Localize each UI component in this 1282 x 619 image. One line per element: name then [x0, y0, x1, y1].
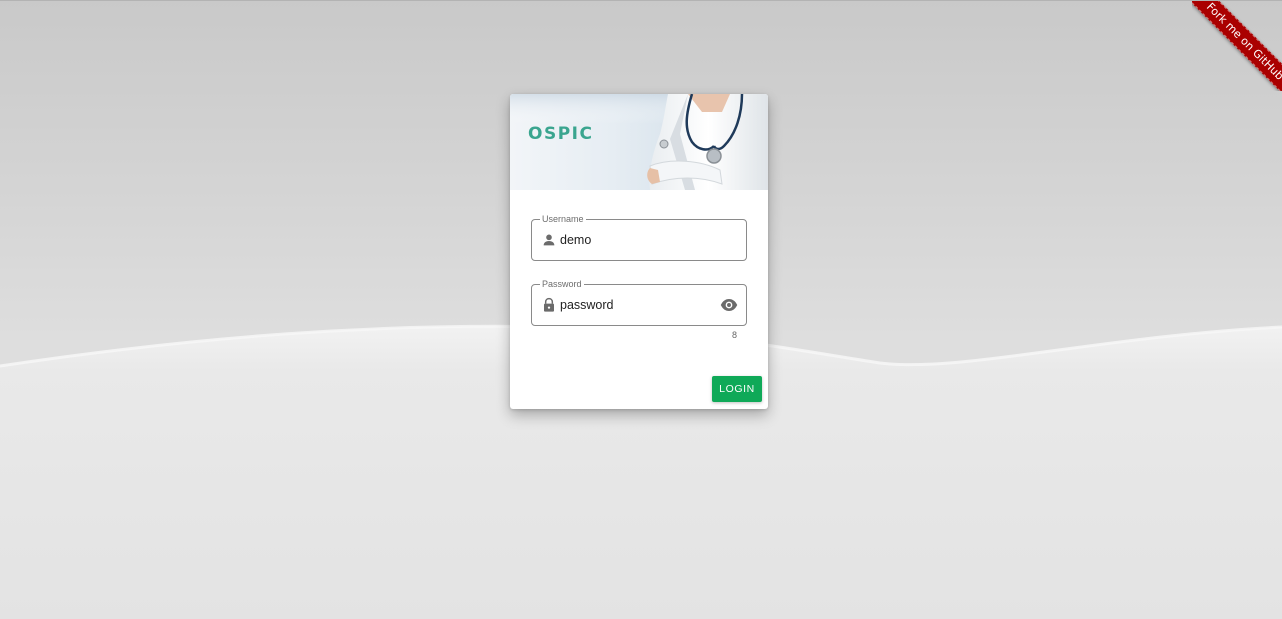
login-card: OSPIC Username demo Password password 8 …: [510, 94, 768, 409]
github-ribbon-container: Fork me on GitHub: [1192, 1, 1282, 91]
hero-banner: OSPIC: [510, 94, 768, 190]
password-char-counter: 8: [732, 330, 738, 340]
eye-icon[interactable]: [720, 297, 738, 313]
lock-icon: [544, 297, 554, 312]
password-field[interactable]: Password password: [531, 278, 747, 326]
ospic-logo: OSPIC: [528, 124, 594, 144]
password-label: Password: [540, 278, 584, 290]
username-label: Username: [540, 213, 586, 225]
password-input[interactable]: password: [560, 297, 614, 313]
login-button[interactable]: LOGIN: [712, 376, 762, 402]
username-field[interactable]: Username demo: [531, 213, 747, 261]
fork-on-github-ribbon[interactable]: Fork me on GitHub: [1192, 1, 1282, 91]
person-icon: [543, 234, 555, 246]
username-input[interactable]: demo: [560, 232, 591, 248]
